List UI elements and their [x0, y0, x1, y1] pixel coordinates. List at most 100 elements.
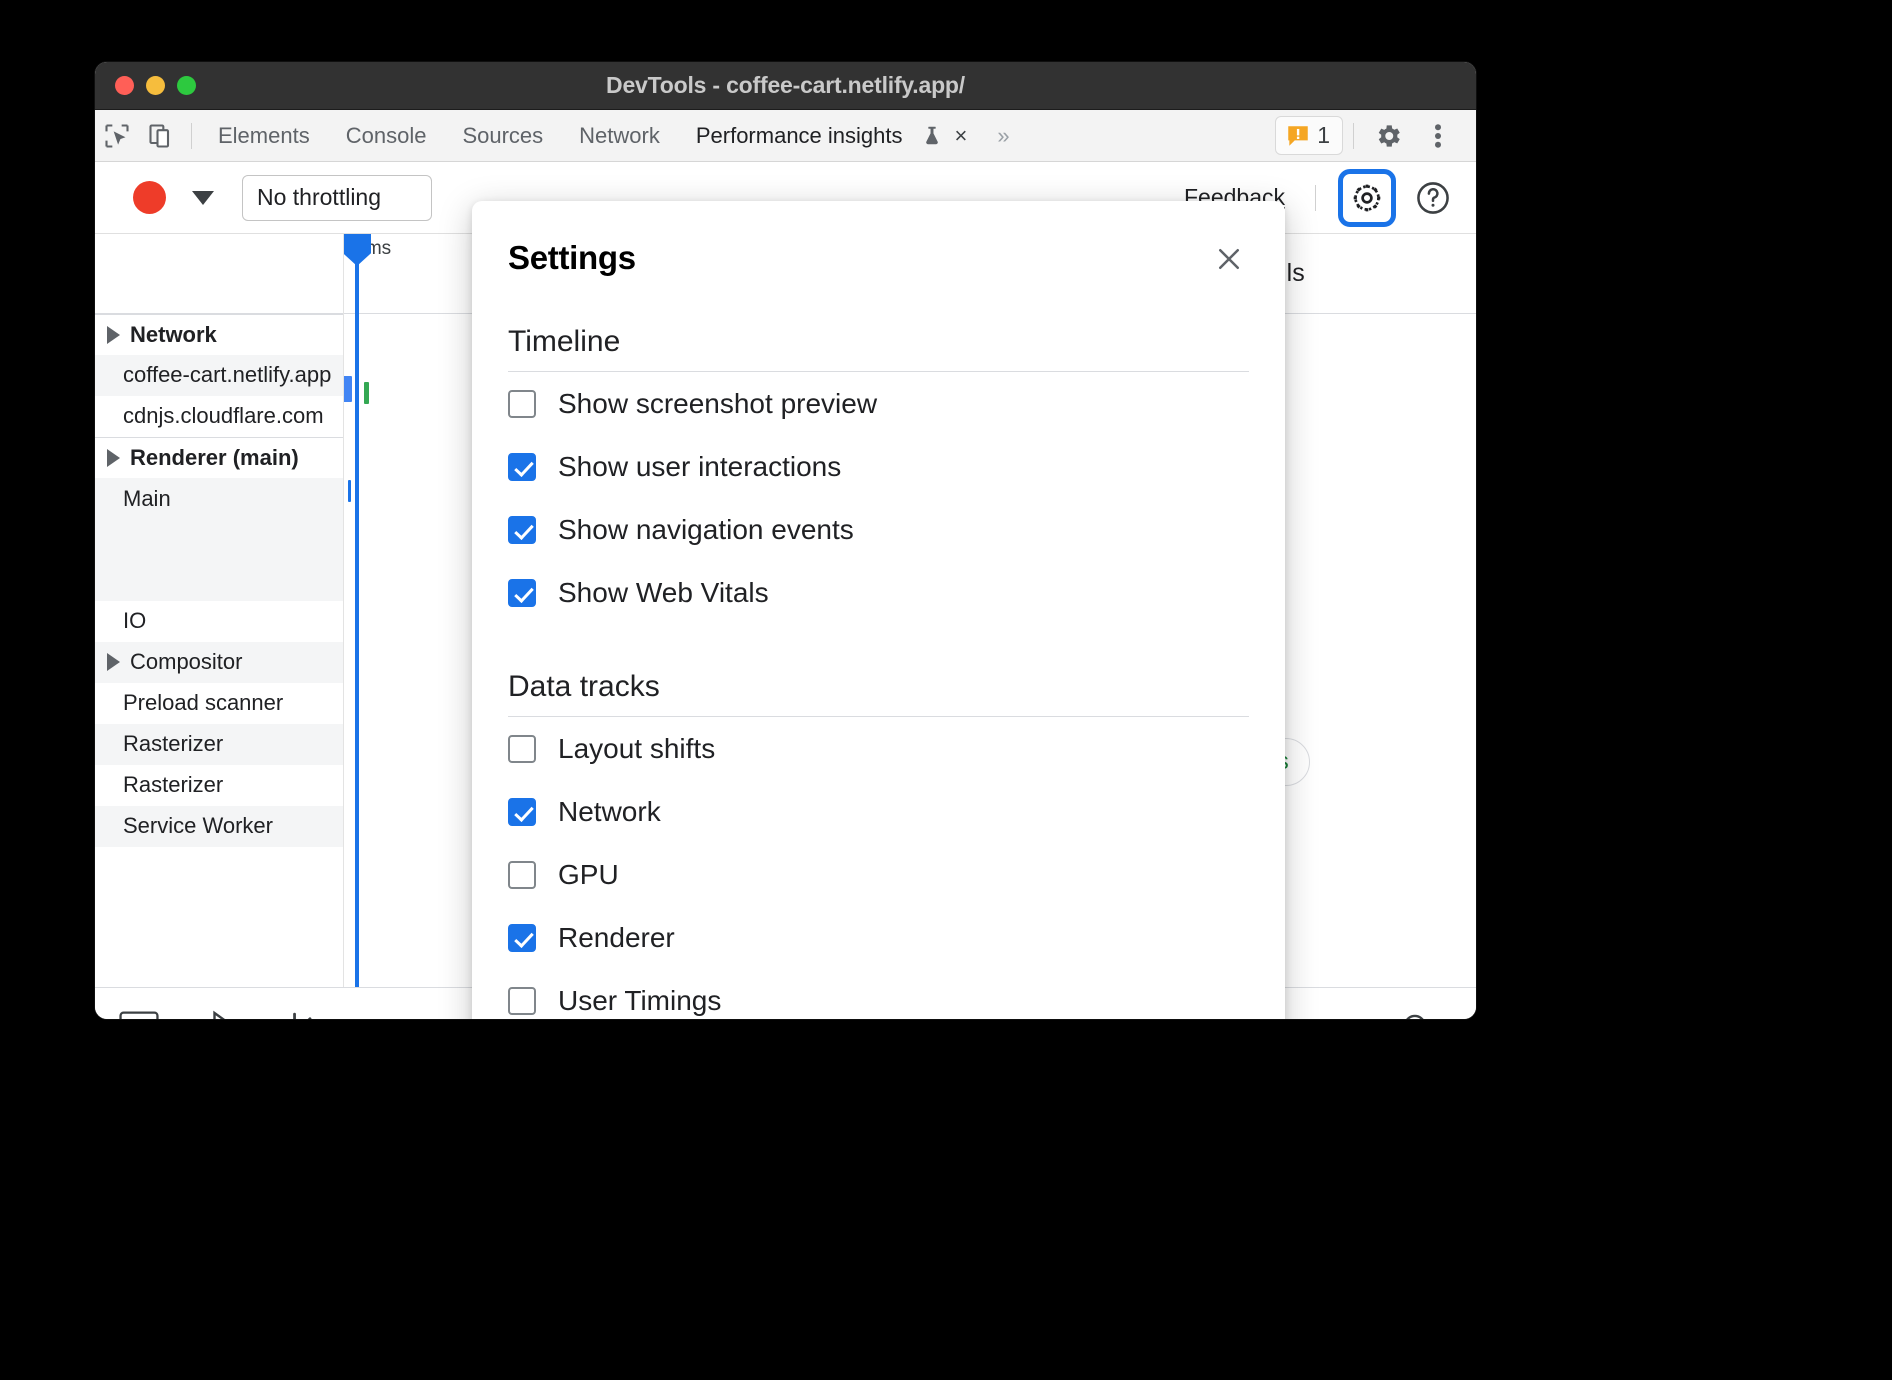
setting-show-screenshot-preview[interactable]: Show screenshot preview — [508, 372, 1249, 435]
toolbar-divider — [191, 123, 192, 149]
checkbox[interactable] — [508, 798, 536, 826]
devtools-window: DevTools - coffee-cart.netlify.app/ Elem… — [95, 62, 1476, 1019]
setting-label: Show user interactions — [558, 451, 841, 483]
track-label: Service Worker — [123, 813, 273, 839]
close-x-icon[interactable] — [1209, 239, 1249, 279]
zoom-in-icon[interactable] — [1400, 1011, 1434, 1020]
track-item-io[interactable]: IO — [95, 601, 343, 642]
setting-layout-shifts[interactable]: Layout shifts — [508, 717, 1249, 780]
flask-icon — [921, 124, 943, 148]
inspect-cursor-icon[interactable] — [95, 116, 139, 156]
warning-speech-bubble-icon — [1285, 123, 1311, 149]
track-label: cdnjs.cloudflare.com — [123, 403, 324, 429]
network-bar — [344, 376, 352, 402]
track-list-pane: Network coffee-cart.netlify.app cdnjs.cl… — [95, 234, 344, 987]
track-item-compositor[interactable]: Compositor — [95, 642, 343, 683]
screenshot-root: DevTools - coffee-cart.netlify.app/ Elem… — [0, 0, 1892, 1380]
track-label: Renderer (main) — [130, 445, 299, 471]
tab-performance-insights[interactable]: Performance insights — [678, 110, 921, 161]
close-window-button[interactable] — [115, 76, 134, 95]
track-item-coffee-cart[interactable]: coffee-cart.netlify.app — [95, 355, 343, 396]
window-titlebar: DevTools - coffee-cart.netlify.app/ — [95, 62, 1476, 110]
checkbox[interactable] — [508, 987, 536, 1015]
gear-icon — [1350, 181, 1384, 215]
setting-label: Show Web Vitals — [558, 577, 769, 609]
window-title: DevTools - coffee-cart.netlify.app/ — [95, 62, 1476, 109]
track-group-renderer-main[interactable]: Renderer (main) — [95, 437, 343, 478]
checkbox[interactable] — [508, 579, 536, 607]
setting-label: Show navigation events — [558, 514, 854, 546]
track-item-rasterizer-1[interactable]: Rasterizer — [95, 724, 343, 765]
checkbox[interactable] — [508, 924, 536, 952]
record-circle-icon[interactable] — [133, 181, 166, 214]
maximize-window-button[interactable] — [177, 76, 196, 95]
settings-section-data-tracks-title: Data tracks — [508, 670, 1249, 717]
throttling-select[interactable]: No throttling — [242, 175, 432, 221]
tab-sources[interactable]: Sources — [444, 110, 561, 161]
panel-tabs: Elements Console Sources Network Perform… — [200, 110, 1024, 161]
expand-triangle-icon — [107, 653, 120, 671]
setting-network[interactable]: Network — [508, 780, 1249, 843]
traffic-lights — [115, 76, 196, 95]
tab-console[interactable]: Console — [328, 110, 445, 161]
setting-renderer[interactable]: Renderer — [508, 906, 1249, 969]
settings-section-data-tracks-options: Layout shifts Network GPU Renderer — [508, 717, 1249, 1019]
close-tab-button[interactable]: × — [947, 123, 976, 149]
settings-button-highlighted[interactable] — [1338, 169, 1396, 227]
jump-to-start-icon[interactable] — [291, 1011, 329, 1020]
screenshot-preview-icon[interactable] — [119, 1011, 159, 1020]
setting-show-navigation-events[interactable]: Show navigation events — [508, 498, 1249, 561]
expand-triangle-icon — [107, 326, 120, 344]
more-tabs-button[interactable]: » — [983, 123, 1023, 149]
setting-label: Show screenshot preview — [558, 388, 877, 420]
setting-label: User Timings — [558, 985, 721, 1017]
three-dots-vertical-icon[interactable] — [1414, 116, 1462, 156]
setting-label: Layout shifts — [558, 733, 715, 765]
device-toolbar-icon[interactable] — [139, 116, 183, 156]
track-label: IO — [123, 608, 146, 634]
track-label: Preload scanner — [123, 690, 283, 716]
setting-user-timings[interactable]: User Timings — [508, 969, 1249, 1019]
settings-dialog: Settings Timeline Show screenshot previe… — [472, 201, 1285, 1019]
question-mark-circle-icon[interactable] — [1406, 171, 1460, 225]
setting-gpu[interactable]: GPU — [508, 843, 1249, 906]
settings-dialog-body: Timeline Show screenshot preview Show us… — [472, 325, 1285, 1019]
track-item-preload-scanner[interactable]: Preload scanner — [95, 683, 343, 724]
warning-badge[interactable]: 1 — [1275, 116, 1343, 155]
track-label: Rasterizer — [123, 731, 223, 757]
checkbox[interactable] — [508, 861, 536, 889]
tab-performance-insights-extras: × — [921, 123, 984, 149]
track-item-main[interactable]: Main — [95, 478, 343, 601]
setting-label: Network — [558, 796, 661, 828]
setting-show-web-vitals[interactable]: Show Web Vitals — [508, 561, 1249, 624]
track-label: Main — [123, 486, 171, 512]
track-group-network[interactable]: Network — [95, 314, 343, 355]
settings-section-timeline-title: Timeline — [508, 325, 1249, 372]
track-item-service-worker[interactable]: Service Worker — [95, 806, 343, 847]
tab-elements[interactable]: Elements — [200, 110, 328, 161]
track-label: coffee-cart.netlify.app — [123, 362, 331, 388]
track-item-rasterizer-2[interactable]: Rasterizer — [95, 765, 343, 806]
minimize-window-button[interactable] — [146, 76, 165, 95]
setting-show-user-interactions[interactable]: Show user interactions — [508, 435, 1249, 498]
bottom-toolbar-left — [119, 1010, 329, 1020]
network-bar — [364, 382, 369, 404]
devtools-tabstrip: Elements Console Sources Network Perform… — [95, 110, 1476, 162]
checkbox[interactable] — [508, 453, 536, 481]
chevron-down-icon[interactable] — [192, 191, 214, 205]
setting-label: GPU — [558, 859, 619, 891]
gear-icon[interactable] — [1364, 116, 1412, 156]
checkbox[interactable] — [508, 516, 536, 544]
tab-network[interactable]: Network — [561, 110, 678, 161]
network-bar — [348, 480, 351, 502]
checkbox[interactable] — [508, 390, 536, 418]
checkbox[interactable] — [508, 735, 536, 763]
setting-label: Renderer — [558, 922, 675, 954]
timeline-playhead[interactable] — [355, 234, 359, 987]
settings-dialog-header: Settings — [472, 201, 1285, 279]
track-label: Compositor — [130, 649, 242, 675]
tabstrip-divider — [1353, 123, 1354, 149]
play-triangle-icon[interactable] — [209, 1010, 241, 1020]
perf-toolbar-divider — [1315, 185, 1316, 211]
track-item-cdnjs[interactable]: cdnjs.cloudflare.com — [95, 396, 343, 437]
